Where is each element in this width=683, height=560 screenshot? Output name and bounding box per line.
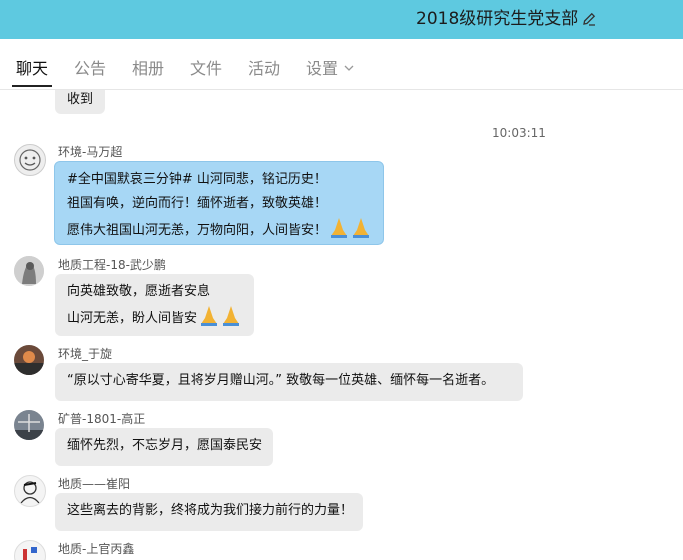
avatar-image — [23, 547, 37, 560]
message-line: #全中国默哀三分钟# 山河同悲，铭记历史！ — [67, 172, 327, 187]
avatar-image — [20, 481, 40, 504]
avatar-image — [14, 256, 44, 286]
message-text: 缅怀先烈，不忘岁月，愿国泰民安 — [67, 438, 263, 453]
avatar[interactable] — [14, 540, 46, 560]
folded-hands-icon — [201, 306, 240, 326]
tab-announcements[interactable]: 公告 — [74, 59, 106, 79]
message-bubble[interactable]: #全中国默哀三分钟# 山河同悲，铭记历史！ 祖国有唤，逆向而行！缅怀逝者，致敬英… — [54, 161, 384, 245]
avatar[interactable] — [14, 144, 46, 176]
message-list[interactable]: 收到 10:03:11 环境-马万超 #全中国默哀三分钟# 山河同悲，铭记历史！… — [0, 90, 683, 560]
group-title: 2018级研究生党支部 — [416, 9, 579, 29]
tab-bar: 聊天 公告 相册 文件 活动 设置 — [0, 39, 683, 90]
folded-hands-icon — [331, 218, 370, 238]
active-tab-indicator — [12, 85, 52, 87]
message-line: 山河无恙，盼人间皆安 — [67, 311, 198, 326]
avatar-image — [19, 149, 41, 171]
tab-activities[interactable]: 活动 — [248, 59, 280, 79]
chevron-down-icon[interactable] — [344, 64, 354, 72]
tab-settings[interactable]: 设置 — [306, 59, 338, 79]
pencil-icon[interactable] — [582, 12, 596, 26]
tab-files[interactable]: 文件 — [190, 59, 222, 79]
message-bubble[interactable]: 缅怀先烈，不忘岁月，愿国泰民安 — [55, 428, 273, 466]
message-line: 向英雄致敬，愿逝者安息 — [67, 284, 211, 299]
avatar[interactable] — [14, 345, 44, 375]
sender-name: 矿普-1801-高正 — [58, 412, 146, 426]
message-line: 愿伟大祖国山河无恙，万物向阳，人间皆安！ — [67, 223, 328, 238]
avatar[interactable] — [14, 256, 44, 286]
avatar-image — [14, 410, 44, 440]
tab-chat[interactable]: 聊天 — [16, 59, 48, 79]
avatar-image — [14, 345, 44, 375]
message-bubble[interactable]: 向英雄致敬，愿逝者安息 山河无恙，盼人间皆安 — [55, 274, 254, 336]
message-bubble[interactable]: “原以寸心寄华夏，且将岁月赠山河。” 致敬每一位英雄、缅怀每一名逝者。 — [55, 363, 523, 401]
message-line: 祖国有唤，逆向而行！缅怀逝者，致敬英雄！ — [67, 196, 328, 211]
message-text: 这些离去的背影，终将成为我们接力前行的力量！ — [67, 503, 354, 518]
message-bubble[interactable]: 收到 — [55, 90, 106, 114]
avatar[interactable] — [14, 410, 44, 440]
sender-name: 地质——崔阳 — [58, 477, 131, 491]
avatar[interactable] — [14, 475, 46, 507]
sender-name: 地质-上官丙鑫 — [58, 542, 135, 556]
sender-name: 环境-马万超 — [58, 145, 123, 159]
message-text: 收到 — [67, 92, 94, 107]
sender-name: 环境_于旋 — [58, 347, 113, 361]
tab-album[interactable]: 相册 — [132, 59, 164, 79]
title-bar: 2018级研究生党支部 — [0, 0, 683, 39]
timestamp: 10:03:11 — [492, 126, 546, 140]
message-bubble[interactable]: 这些离去的背影，终将成为我们接力前行的力量！ — [55, 493, 363, 531]
sender-name: 地质工程-18-武少鹏 — [58, 258, 166, 272]
message-text: “原以寸心寄华夏，且将岁月赠山河。” 致敬每一位英雄、缅怀每一名逝者。 — [67, 373, 495, 388]
